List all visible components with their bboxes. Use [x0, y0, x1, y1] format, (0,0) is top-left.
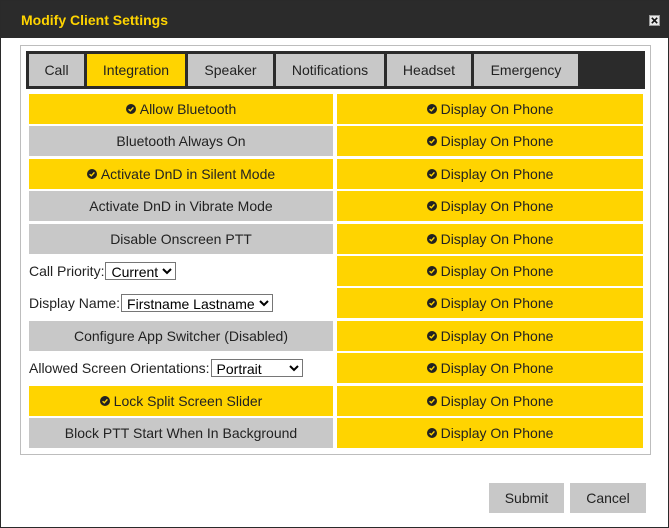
display-on-phone-label: Display On Phone	[440, 166, 554, 182]
activate-dnd-vibrate-toggle[interactable]: Activate DnD in Vibrate Mode	[29, 191, 333, 221]
display-on-phone-toggle[interactable]: Display On Phone	[337, 353, 643, 383]
check-icon	[426, 266, 437, 276]
display-name-select[interactable]: Firstname Lastname	[121, 294, 274, 312]
setting-label: Bluetooth Always On	[116, 133, 246, 149]
configure-app-switcher-toggle[interactable]: Configure App Switcher (Disabled)	[29, 321, 333, 351]
screen-orientations-select[interactable]: Portrait	[210, 359, 303, 377]
display-on-phone-label: Display On Phone	[440, 133, 554, 149]
display-name-label: Display Name:	[29, 295, 121, 311]
title-bar: Modify Client Settings	[1, 1, 668, 38]
close-button[interactable]	[649, 15, 660, 26]
display-on-phone-toggle[interactable]: Display On Phone	[337, 321, 643, 351]
call-priority-select[interactable]: Current	[105, 262, 177, 280]
call-priority-label: Call Priority:	[29, 263, 105, 279]
check-icon	[426, 428, 437, 438]
setting-label: Block PTT Start When In Background	[64, 425, 298, 441]
tab-headset[interactable]: Headset	[387, 54, 471, 86]
submit-button[interactable]: Submit	[489, 483, 564, 513]
check-icon	[426, 234, 437, 244]
setting-label: Disable Onscreen PTT	[110, 231, 252, 247]
display-on-phone-toggle[interactable]: Display On Phone	[337, 94, 643, 124]
display-on-phone-toggle[interactable]: Display On Phone	[337, 159, 643, 189]
check-icon	[86, 169, 97, 179]
tab-bar: Call Integration Speaker Notifications H…	[26, 51, 645, 89]
tab-notifications[interactable]: Notifications	[276, 54, 384, 86]
display-name-row: Display Name: Firstname Lastname	[29, 288, 333, 318]
setting-label: Activate DnD in Silent Mode	[100, 166, 276, 182]
check-icon	[426, 331, 437, 341]
setting-label: Activate DnD in Vibrate Mode	[89, 198, 273, 214]
display-on-phone-label: Display On Phone	[440, 393, 554, 409]
display-on-phone-toggle[interactable]: Display On Phone	[337, 386, 643, 416]
display-on-phone-toggle[interactable]: Display On Phone	[337, 418, 643, 448]
display-on-phone-label: Display On Phone	[440, 360, 554, 376]
modify-client-settings-dialog: Modify Client Settings Call Integration …	[0, 0, 669, 528]
display-on-phone-toggle[interactable]: Display On Phone	[337, 256, 643, 286]
check-icon	[426, 396, 437, 406]
activate-dnd-silent-toggle[interactable]: Activate DnD in Silent Mode	[29, 159, 333, 189]
check-icon	[426, 298, 437, 308]
check-icon	[426, 201, 437, 211]
display-on-phone-label: Display On Phone	[440, 295, 554, 311]
setting-label: Lock Split Screen Slider	[113, 393, 263, 409]
block-ptt-start-background-toggle[interactable]: Block PTT Start When In Background	[29, 418, 333, 448]
tab-integration[interactable]: Integration	[87, 54, 185, 86]
disable-onscreen-ptt-toggle[interactable]: Disable Onscreen PTT	[29, 224, 333, 254]
display-on-phone-label: Display On Phone	[440, 198, 554, 214]
setting-label: Configure App Switcher (Disabled)	[74, 328, 288, 344]
check-icon	[426, 363, 437, 373]
bluetooth-always-on-toggle[interactable]: Bluetooth Always On	[29, 126, 333, 156]
close-icon	[651, 17, 658, 24]
check-icon	[99, 396, 110, 406]
display-on-phone-label: Display On Phone	[440, 231, 554, 247]
setting-label: Allow Bluetooth	[139, 101, 237, 117]
tab-call[interactable]: Call	[29, 54, 84, 86]
display-on-phone-toggle[interactable]: Display On Phone	[337, 224, 643, 254]
display-on-phone-label: Display On Phone	[440, 425, 554, 441]
display-on-phone-label: Display On Phone	[440, 328, 554, 344]
tab-emergency[interactable]: Emergency	[474, 54, 578, 86]
display-on-phone-toggle[interactable]: Display On Phone	[337, 288, 643, 318]
check-icon	[426, 104, 437, 114]
display-on-phone-label: Display On Phone	[440, 263, 554, 279]
cancel-button[interactable]: Cancel	[570, 483, 646, 513]
check-icon	[426, 169, 437, 179]
screen-orientations-label: Allowed Screen Orientations:	[29, 360, 210, 376]
check-icon	[426, 136, 437, 146]
dialog-title: Modify Client Settings	[21, 12, 168, 28]
display-on-phone-toggle[interactable]: Display On Phone	[337, 126, 643, 156]
display-on-phone-label: Display On Phone	[440, 101, 554, 117]
tab-speaker[interactable]: Speaker	[188, 54, 273, 86]
screen-orientations-row: Allowed Screen Orientations: Portrait	[29, 353, 333, 383]
settings-panel: Call Integration Speaker Notifications H…	[20, 45, 651, 455]
display-on-phone-toggle[interactable]: Display On Phone	[337, 191, 643, 221]
allow-bluetooth-toggle[interactable]: Allow Bluetooth	[29, 94, 333, 124]
call-priority-row: Call Priority: Current	[29, 256, 333, 286]
lock-split-screen-slider-toggle[interactable]: Lock Split Screen Slider	[29, 386, 333, 416]
check-icon	[125, 104, 136, 114]
